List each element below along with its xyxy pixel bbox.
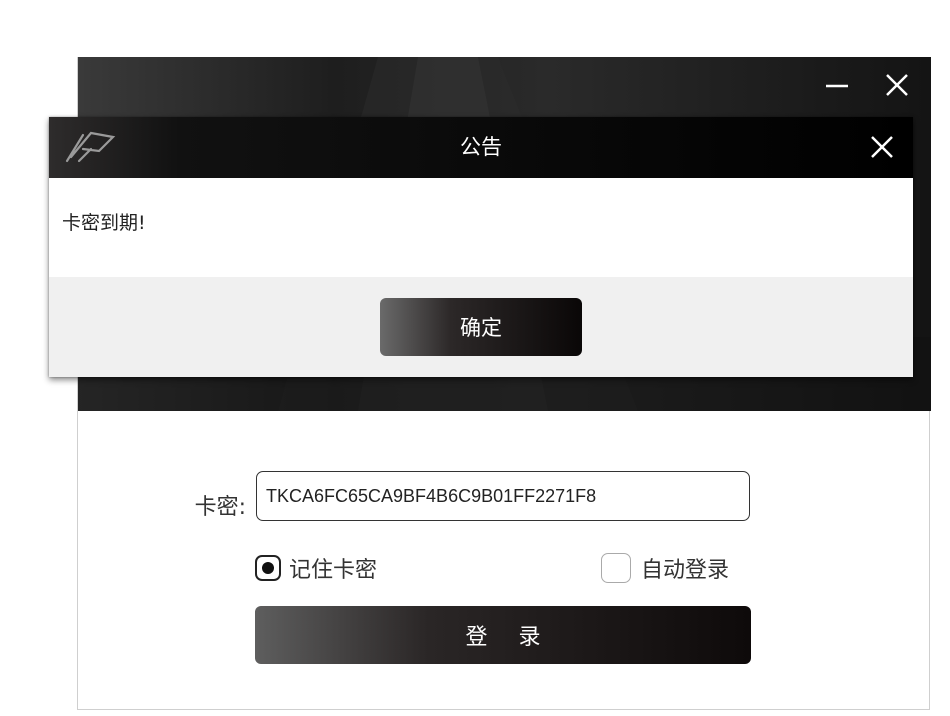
minimize-button[interactable] [821,67,853,103]
close-icon [871,136,893,158]
notice-dialog: 公告 卡密到期! 确定 [49,117,913,377]
login-form: 卡密: 记住卡密 自动登录 登 录 [78,411,931,710]
auto-login-option[interactable]: 自动登录 [601,553,729,583]
radio-selected-dot [262,562,274,574]
remember-card-option[interactable]: 记住卡密 [255,553,377,583]
minimize-icon [826,84,848,88]
dialog-footer: 确定 [49,277,913,377]
ok-button[interactable]: 确定 [380,298,582,356]
login-button[interactable]: 登 录 [255,606,751,664]
dialog-header[interactable]: 公告 [49,117,913,178]
card-key-label: 卡密: [194,495,246,520]
dialog-body: 卡密到期! [49,178,913,277]
auto-login-checkbox[interactable] [601,553,631,583]
dialog-close-button[interactable] [864,129,900,165]
close-icon [886,74,908,96]
auto-login-label: 自动登录 [641,558,730,583]
dialog-message: 卡密到期! [62,212,146,234]
dialog-title: 公告 [460,135,502,159]
remember-card-label: 记住卡密 [289,558,378,583]
card-key-input[interactable] [256,471,750,521]
remember-card-radio[interactable] [255,555,281,581]
window-close-button[interactable] [881,67,913,103]
